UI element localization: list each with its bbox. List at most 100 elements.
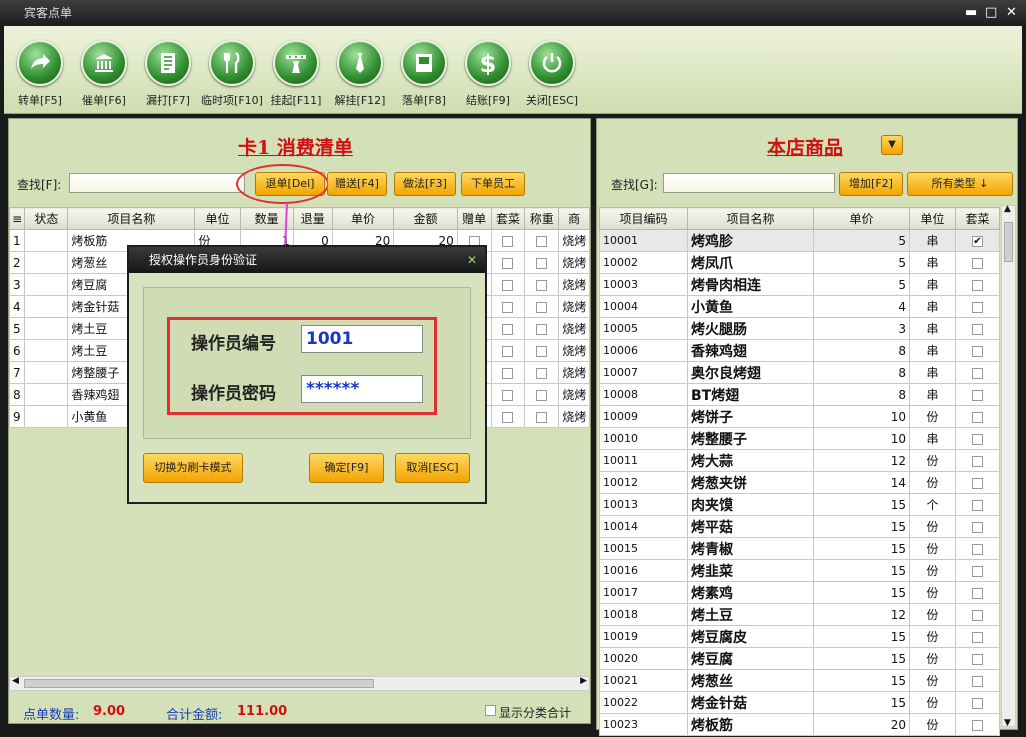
transfer-order-button[interactable]: 转单[F5] [8,40,72,108]
column-header[interactable]: 数量 [239,207,294,230]
row-checkbox[interactable] [536,279,548,291]
column-header[interactable]: 金额 [393,207,458,230]
set-meal-checkbox[interactable] [972,719,983,731]
unsuspend-button[interactable]: 解挂[F12] [328,40,392,108]
checkbox-cell[interactable] [955,515,1000,538]
checkbox-cell[interactable] [490,339,526,362]
table-row[interactable]: 10002 烤凤爪 5 串 [599,251,1000,274]
maximize-icon[interactable]: □ [985,0,997,26]
row-checkbox[interactable] [536,323,548,335]
table-row[interactable]: 10009 烤饼子 10 份 [599,405,1000,428]
checkbox-cell[interactable] [524,405,560,428]
row-checkbox[interactable] [502,323,514,335]
set-meal-checkbox[interactable] [972,367,983,379]
order-staff-button[interactable]: 下单员工 [461,172,525,196]
checkbox-cell[interactable] [524,273,560,296]
operator-password-input[interactable]: ****** [301,375,423,403]
checkbox-cell[interactable] [955,339,1000,362]
table-row[interactable]: 10022 烤金针菇 15 份 [599,691,1000,714]
set-meal-checkbox[interactable] [972,631,983,643]
table-row[interactable]: 10004 小黄鱼 4 串 [599,295,1000,318]
column-header[interactable]: 单价 [813,207,910,230]
checkbox-cell[interactable] [955,471,1000,494]
all-types-button[interactable]: 所有类型 ↓ [907,172,1013,196]
checkbox-cell[interactable] [955,295,1000,318]
cancel-button[interactable]: 取消[ESC] [395,453,470,483]
checkbox-cell[interactable] [955,317,1000,340]
checkbox-cell[interactable] [524,295,560,318]
set-meal-checkbox[interactable] [972,389,983,401]
right-vertical-scrollbar[interactable]: ▲ ▼ [1001,204,1016,728]
checkbox-cell[interactable] [524,251,560,274]
cooking-method-button[interactable]: 做法[F3] [394,172,456,196]
table-row[interactable]: 10018 烤土豆 12 份 [599,603,1000,626]
scroll-left-icon[interactable]: ◀ [12,676,19,686]
checkbox-cell[interactable] [955,691,1000,714]
left-find-input[interactable] [69,173,245,193]
row-checkbox[interactable] [502,235,514,247]
set-meal-checkbox[interactable] [972,675,983,687]
set-meal-checkbox[interactable] [972,587,983,599]
checkbox-cell[interactable] [955,273,1000,296]
set-meal-checkbox[interactable] [972,653,983,665]
checkbox-cell[interactable] [490,317,526,340]
checkbox-cell[interactable] [955,647,1000,670]
checkbox-cell[interactable] [490,383,526,406]
row-checkbox[interactable] [536,345,548,357]
row-checkbox[interactable] [502,279,514,291]
column-header[interactable]: 项目名称 [67,207,196,230]
checkbox-cell[interactable] [490,361,526,384]
row-checkbox[interactable] [502,345,514,357]
set-meal-checkbox[interactable] [972,565,983,577]
checkbox-cell[interactable] [955,625,1000,648]
column-header[interactable]: 退量 [292,207,333,230]
checkbox-cell[interactable] [955,559,1000,582]
set-meal-checkbox[interactable] [972,697,983,709]
column-header[interactable]: 套菜 [955,207,1000,230]
checkbox-cell[interactable] [524,229,560,252]
urge-order-button[interactable]: 催单[F6] [72,40,136,108]
row-checkbox[interactable] [502,257,514,269]
column-header[interactable]: 商 [558,207,590,230]
column-header[interactable]: ≡ [8,207,26,230]
table-row[interactable]: 10008 BT烤翅 8 串 [599,383,1000,406]
set-meal-checkbox[interactable] [972,411,983,423]
table-row[interactable]: 10021 烤葱丝 15 份 [599,669,1000,692]
checkbox-cell[interactable] [955,493,1000,516]
table-row[interactable]: 10006 香辣鸡翅 8 串 [599,339,1000,362]
checkbox-cell[interactable] [524,317,560,340]
set-meal-checkbox[interactable] [972,301,983,313]
table-row[interactable]: 10003 烤骨肉相连 5 串 [599,273,1000,296]
confirm-button[interactable]: 确定[F9] [309,453,384,483]
column-header[interactable]: 单位 [909,207,956,230]
column-header[interactable]: 称重 [524,207,560,230]
row-checkbox[interactable] [502,389,514,401]
checkbox-cell[interactable] [955,427,1000,450]
table-row[interactable]: 10023 烤板筋 20 份 [599,713,1000,736]
temp-item-button[interactable]: 临时项[F10] [200,40,264,108]
set-meal-checkbox[interactable] [972,609,983,621]
row-checkbox[interactable] [536,301,548,313]
dialog-close-icon[interactable]: ✕ [467,247,477,273]
suspend-button[interactable]: 挂起[F11] [264,40,328,108]
gift-button[interactable]: 赠送[F4] [327,172,387,196]
right-find-input[interactable] [663,173,835,193]
table-row[interactable]: 10014 烤平菇 15 份 [599,515,1000,538]
column-header[interactable]: 项目编码 [599,207,688,230]
product-dropdown-icon[interactable]: ▼ [881,135,903,155]
set-meal-checkbox[interactable] [972,477,983,489]
checkbox-cell[interactable] [955,581,1000,604]
checkbox-cell[interactable] [490,251,526,274]
checkbox-cell[interactable]: ✔ [955,229,1000,252]
row-checkbox[interactable] [502,301,514,313]
checkbox-cell[interactable] [490,229,526,252]
checkbox-cell[interactable] [490,295,526,318]
table-row[interactable]: 10010 烤整腰子 10 串 [599,427,1000,450]
close-window-button[interactable]: 关闭[ESC] [520,40,584,108]
place-order-button[interactable]: 落单[F8] [392,40,456,108]
checkbox-cell[interactable] [955,537,1000,560]
set-meal-checkbox[interactable] [972,257,983,269]
row-checkbox[interactable] [536,367,548,379]
set-meal-checkbox[interactable] [972,455,983,467]
table-row[interactable]: 10020 烤豆腐 15 份 [599,647,1000,670]
